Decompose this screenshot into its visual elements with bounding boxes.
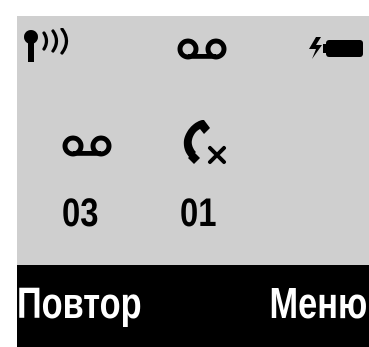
missed-call-icon[interactable]	[180, 116, 230, 166]
voicemail-icon	[177, 38, 227, 60]
status-bar	[17, 16, 369, 74]
battery-charging-icon	[309, 37, 363, 59]
softkey-menu[interactable]: Меню	[269, 282, 367, 326]
signal-icon	[24, 28, 69, 62]
softkey-redial[interactable]: Повтор	[17, 282, 142, 326]
softkey-bar: Повтор Меню	[17, 265, 369, 347]
phone-display: 03 01 Повтор Меню	[17, 16, 369, 347]
voicemail-count: 03	[62, 191, 99, 235]
missed-call-count: 01	[180, 191, 217, 235]
voicemail-icon[interactable]	[62, 134, 112, 158]
